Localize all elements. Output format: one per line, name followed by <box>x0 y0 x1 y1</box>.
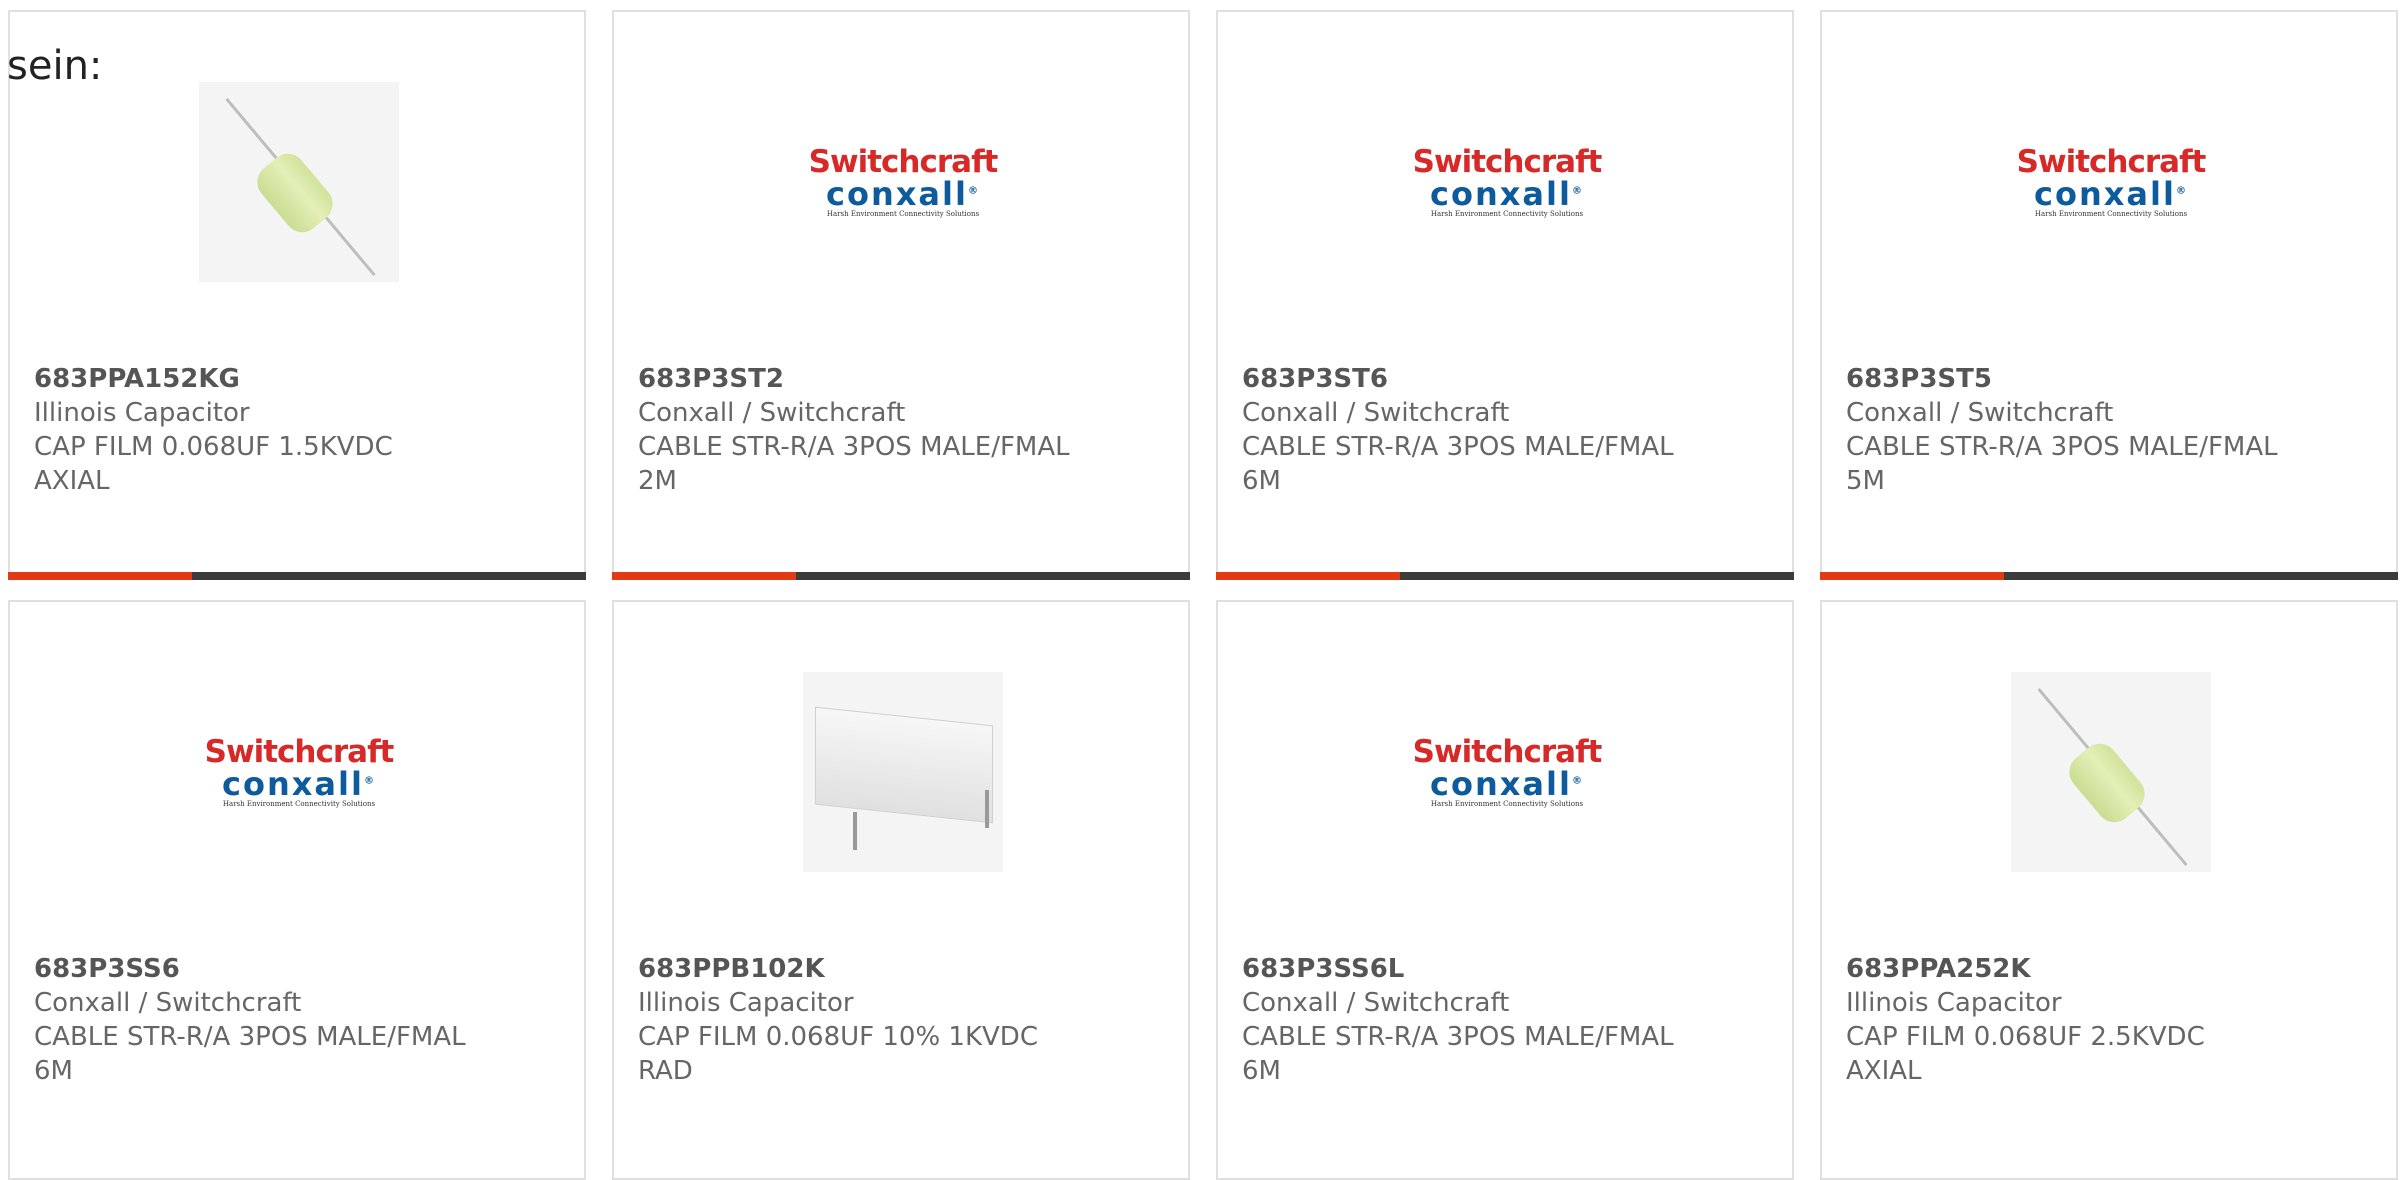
card-accent-bar <box>1216 572 1794 580</box>
description-line-2: 6M <box>1242 1056 1281 1086</box>
product-image[interactable]: Switchcraft conxall® Harsh Environment C… <box>803 82 1003 282</box>
part-number[interactable]: 683PPB102K <box>638 952 1168 986</box>
product-card[interactable]: Switchcraft conxall® Harsh Environment C… <box>8 600 586 1180</box>
intro-text: sein: <box>7 43 103 89</box>
product-meta: 683P3ST6 Conxall / Switchcraft CABLE STR… <box>1242 362 1772 498</box>
axial-capacitor-image <box>2011 672 2211 872</box>
part-number[interactable]: 683P3SS6 <box>34 952 564 986</box>
product-image[interactable]: Switchcraft conxall® Harsh Environment C… <box>1407 672 1607 872</box>
product-image[interactable] <box>803 672 1003 872</box>
description-line-2: 2M <box>638 466 677 496</box>
description-line-2: RAD <box>638 1056 693 1086</box>
product-image[interactable]: Switchcraft conxall® Harsh Environment C… <box>1407 82 1607 282</box>
description-line-2: 6M <box>34 1056 73 1086</box>
description-line-1: CABLE STR-R/A 3POS MALE/FMAL <box>1242 432 1674 462</box>
manufacturer: Conxall / Switchcraft <box>638 398 906 428</box>
card-accent-bar <box>612 572 1190 580</box>
product-meta: 683P3SS6L Conxall / Switchcraft CABLE ST… <box>1242 952 1772 1088</box>
part-number[interactable]: 683P3ST2 <box>638 362 1168 396</box>
product-card[interactable]: Switchcraft conxall® Harsh Environment C… <box>1820 10 2398 580</box>
product-card[interactable]: Switchcraft conxall® Harsh Environment C… <box>612 10 1190 580</box>
product-card[interactable]: Switchcraft conxall® Harsh Environment C… <box>1216 10 1794 580</box>
product-image[interactable]: Switchcraft conxall® Harsh Environment C… <box>2011 82 2211 282</box>
axial-capacitor-image <box>199 82 399 282</box>
product-meta: 683PPA252K Illinois Capacitor CAP FILM 0… <box>1846 952 2376 1088</box>
description-line-2: 6M <box>1242 466 1281 496</box>
product-meta: 683PPA152KG Illinois Capacitor CAP FILM … <box>34 362 564 498</box>
description-line-2: 5M <box>1846 466 1885 496</box>
description-line-2: AXIAL <box>34 466 110 496</box>
description-line-1: CAP FILM 0.068UF 1.5KVDC <box>34 432 393 462</box>
manufacturer: Conxall / Switchcraft <box>1242 988 1510 1018</box>
manufacturer: Conxall / Switchcraft <box>34 988 302 1018</box>
part-number[interactable]: 683P3ST6 <box>1242 362 1772 396</box>
card-accent-bar <box>8 572 586 580</box>
product-card[interactable]: 683PPA252K Illinois Capacitor CAP FILM 0… <box>1820 600 2398 1180</box>
description-line-1: CABLE STR-R/A 3POS MALE/FMAL <box>1846 432 2278 462</box>
manufacturer: Conxall / Switchcraft <box>1846 398 2114 428</box>
product-meta: 683P3SS6 Conxall / Switchcraft CABLE STR… <box>34 952 564 1088</box>
description-line-1: CABLE STR-R/A 3POS MALE/FMAL <box>1242 1022 1674 1052</box>
product-image[interactable] <box>199 82 399 282</box>
part-number[interactable]: 683PPA252K <box>1846 952 2376 986</box>
manufacturer: Illinois Capacitor <box>34 398 250 428</box>
switchcraft-conxall-logo: Switchcraft conxall® Harsh Environment C… <box>1412 733 1603 808</box>
part-number[interactable]: 683PPA152KG <box>34 362 564 396</box>
description-line-1: CAP FILM 0.068UF 2.5KVDC <box>1846 1022 2205 1052</box>
description-line-1: CABLE STR-R/A 3POS MALE/FMAL <box>638 432 1070 462</box>
product-meta: 683P3ST5 Conxall / Switchcraft CABLE STR… <box>1846 362 2376 498</box>
product-image[interactable] <box>2011 672 2211 872</box>
part-number[interactable]: 683P3ST5 <box>1846 362 2376 396</box>
description-line-2: AXIAL <box>1846 1056 1922 1086</box>
product-meta: 683PPB102K Illinois Capacitor CAP FILM 0… <box>638 952 1168 1088</box>
part-number[interactable]: 683P3SS6L <box>1242 952 1772 986</box>
description-line-1: CABLE STR-R/A 3POS MALE/FMAL <box>34 1022 466 1052</box>
card-accent-bar <box>1820 572 2398 580</box>
description-line-1: CAP FILM 0.068UF 10% 1KVDC <box>638 1022 1038 1052</box>
product-card[interactable]: Switchcraft conxall® Harsh Environment C… <box>1216 600 1794 1180</box>
switchcraft-conxall-logo: Switchcraft conxall® Harsh Environment C… <box>2016 143 2207 218</box>
switchcraft-conxall-logo: Switchcraft conxall® Harsh Environment C… <box>1412 143 1603 218</box>
manufacturer: Conxall / Switchcraft <box>1242 398 1510 428</box>
manufacturer: Illinois Capacitor <box>1846 988 2062 1018</box>
manufacturer: Illinois Capacitor <box>638 988 854 1018</box>
product-card[interactable]: 683PPA152KG Illinois Capacitor CAP FILM … <box>8 10 586 580</box>
switchcraft-conxall-logo: Switchcraft conxall® Harsh Environment C… <box>204 733 395 808</box>
switchcraft-conxall-logo: Switchcraft conxall® Harsh Environment C… <box>808 143 999 218</box>
product-meta: 683P3ST2 Conxall / Switchcraft CABLE STR… <box>638 362 1168 498</box>
product-grid: 683PPA152KG Illinois Capacitor CAP FILM … <box>0 0 2400 1180</box>
product-card[interactable]: 683PPB102K Illinois Capacitor CAP FILM 0… <box>612 600 1190 1180</box>
radial-capacitor-image <box>803 672 1003 872</box>
product-image[interactable]: Switchcraft conxall® Harsh Environment C… <box>199 672 399 872</box>
